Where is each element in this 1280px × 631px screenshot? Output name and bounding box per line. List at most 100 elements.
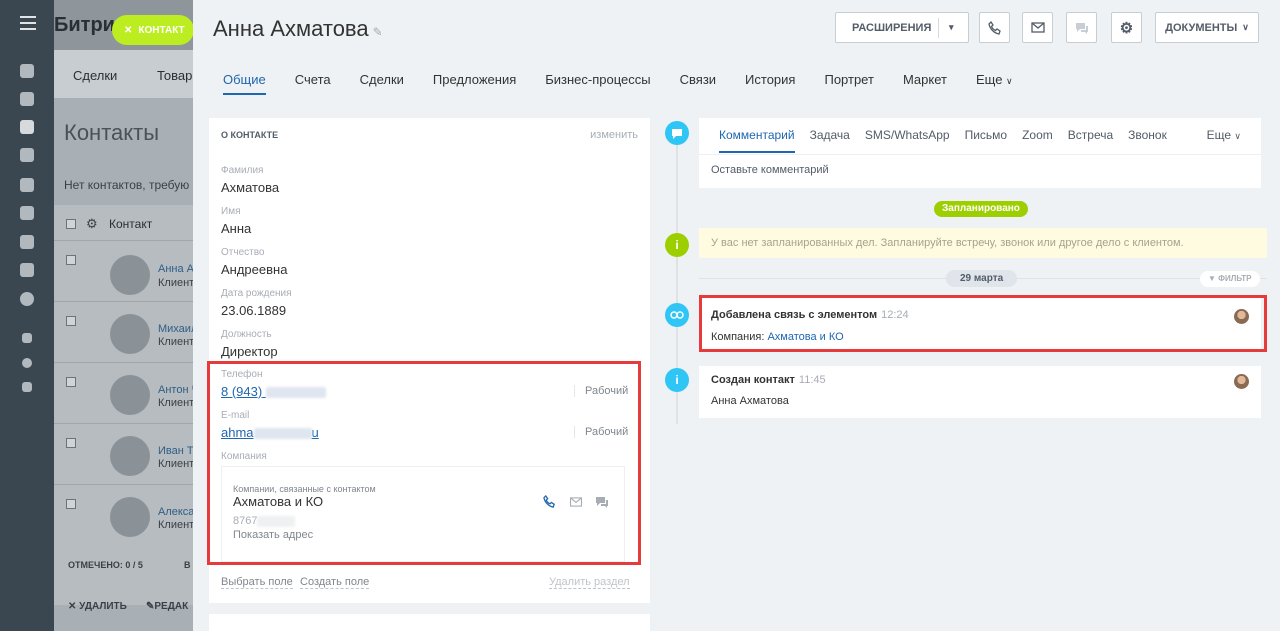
phone-icon[interactable]	[543, 495, 556, 508]
phone-value: 8 (943)	[221, 384, 263, 399]
tab-quotes[interactable]: Предложения	[433, 72, 516, 95]
tab-more-label: Еще	[975, 72, 1003, 87]
edit-link[interactable]: изменить	[590, 129, 638, 141]
editor-tabs: Комментарий Задача SMS/WhatsApp Письмо Z…	[719, 128, 1167, 153]
bg-tab-products[interactable]: Товар	[157, 68, 192, 83]
tab-links[interactable]: Связи	[680, 72, 716, 95]
row-sub: Клиент	[158, 336, 195, 348]
company-name[interactable]: Ахматова и КО	[233, 494, 323, 509]
row-sub: Клиент	[158, 397, 195, 409]
show-address[interactable]: Показать адрес	[233, 529, 313, 541]
mail-icon[interactable]	[569, 497, 583, 507]
avatar	[110, 314, 150, 354]
select-field-link[interactable]: Выбрать поле	[221, 576, 293, 589]
call-button[interactable]	[979, 12, 1010, 43]
contacts-card-icon[interactable]	[20, 206, 34, 220]
chat-icon[interactable]	[595, 496, 609, 508]
item-body-prefix: Компания:	[711, 331, 765, 343]
extensions-button[interactable]: РАСШИРЕНИЯ ▾	[835, 12, 969, 43]
crm-icon[interactable]	[20, 120, 34, 134]
bg-note: Нет контактов, требую	[64, 178, 190, 192]
pencil-icon[interactable]: ✎	[373, 25, 383, 39]
company-link[interactable]: Ахматова и КО	[767, 331, 843, 343]
row-name[interactable]: Михаил	[158, 323, 197, 335]
email-button[interactable]	[1022, 12, 1053, 43]
tasks-icon[interactable]	[20, 92, 34, 106]
tab-comment[interactable]: Комментарий	[719, 128, 795, 153]
avatar[interactable]	[1234, 309, 1249, 324]
bg-tab-deals[interactable]: Сделки	[73, 68, 117, 83]
filter-label: ФИЛЬТР	[1218, 274, 1252, 283]
tab-portrait[interactable]: Портрет	[824, 72, 873, 95]
documents-button[interactable]: ДОКУМЕНТЫ ∨	[1155, 12, 1259, 43]
planned-badge: Запланировано	[934, 201, 1028, 217]
row-name[interactable]: Иван Т	[158, 445, 194, 457]
filter-button[interactable]: ▼ ФИЛЬТР	[1200, 271, 1260, 287]
row-checkbox[interactable]	[66, 438, 76, 448]
editor-more[interactable]: Еще ∨	[1207, 128, 1241, 142]
tab-business-processes[interactable]: Бизнес-процессы	[545, 72, 650, 95]
contact-slider: Анна Ахматова ✎ РАСШИРЕНИЯ ▾ ⚙ ДОКУМЕНТЫ ∨…	[193, 0, 1280, 631]
tab-more[interactable]: Еще ∨	[976, 72, 1013, 95]
row-checkbox[interactable]	[66, 316, 76, 326]
tab-sms[interactable]: SMS/WhatsApp	[865, 128, 950, 153]
field-label: Отчество	[221, 247, 265, 258]
edit-label: РЕДАК	[154, 601, 189, 612]
delete-button[interactable]: ✕ УДАЛИТЬ	[68, 601, 127, 612]
select-all-checkbox[interactable]	[66, 219, 76, 229]
row-sub: Клиент	[158, 519, 195, 531]
avatar[interactable]	[1234, 374, 1249, 389]
phone-link[interactable]: 8 (943)	[221, 384, 326, 399]
target-icon[interactable]	[20, 148, 34, 162]
no-deals-notice: У вас нет запланированных дел. Запланиру…	[699, 228, 1267, 258]
item-title-text: Создан контакт	[711, 374, 795, 386]
chat-button[interactable]	[1066, 12, 1097, 43]
chevron-circle-icon[interactable]	[20, 292, 34, 306]
field-label: Фамилия	[221, 165, 264, 176]
avatar	[110, 255, 150, 295]
tab-history[interactable]: История	[745, 72, 795, 95]
box-icon[interactable]	[20, 263, 34, 277]
create-field-link[interactable]: Создать поле	[300, 576, 370, 589]
row-checkbox[interactable]	[66, 499, 76, 509]
settings-icon[interactable]	[22, 358, 32, 368]
chevron-down-icon: ∨	[1006, 76, 1013, 86]
phone-type: Рабочий	[574, 385, 628, 397]
comment-input[interactable]: Оставьте комментарий	[711, 164, 829, 176]
contact-chip[interactable]: ✕ КОНТАКТ	[112, 15, 194, 45]
avatar	[110, 436, 150, 476]
row-name[interactable]: Анна А	[158, 263, 194, 275]
tab-zoom[interactable]: Zoom	[1022, 128, 1053, 153]
chip-label: КОНТАКТ	[138, 24, 185, 36]
tab-task[interactable]: Задача	[810, 128, 850, 153]
settings-button[interactable]: ⚙	[1111, 12, 1142, 43]
delete-section-link[interactable]: Удалить раздел	[549, 576, 630, 589]
item-title: Создан контакт 11:45	[711, 374, 826, 386]
chevron-down-icon[interactable]: ▾	[949, 22, 954, 33]
cart-icon[interactable]	[20, 178, 34, 192]
tab-invoices[interactable]: Счета	[295, 72, 331, 95]
robot-icon[interactable]	[20, 235, 34, 249]
row-name[interactable]: Алекса	[158, 506, 194, 518]
next-card	[209, 614, 650, 631]
link-icon	[665, 303, 689, 327]
email-value-tail: u	[311, 425, 319, 440]
structure-icon[interactable]	[22, 333, 32, 343]
tab-call[interactable]: Звонок	[1128, 128, 1167, 153]
tab-email[interactable]: Письмо	[965, 128, 1008, 153]
gear-icon[interactable]: ⚙	[86, 216, 98, 232]
tab-meeting[interactable]: Встреча	[1068, 128, 1113, 153]
tab-general[interactable]: Общие	[223, 72, 266, 95]
info-icon: i	[665, 233, 689, 257]
email-link[interactable]: ahma u	[221, 425, 319, 440]
activity-icon[interactable]	[20, 64, 34, 78]
tab-deals[interactable]: Сделки	[360, 72, 404, 95]
row-checkbox[interactable]	[66, 255, 76, 265]
page-title[interactable]: Анна Ахматова ✎	[213, 16, 383, 42]
edit-button[interactable]: ✎РЕДАК	[146, 601, 188, 612]
tab-market[interactable]: Маркет	[903, 72, 947, 95]
delete-label: УДАЛИТЬ	[79, 601, 127, 612]
row-checkbox[interactable]	[66, 377, 76, 387]
hamburger-icon[interactable]	[20, 16, 36, 30]
plus-icon[interactable]	[22, 382, 32, 392]
